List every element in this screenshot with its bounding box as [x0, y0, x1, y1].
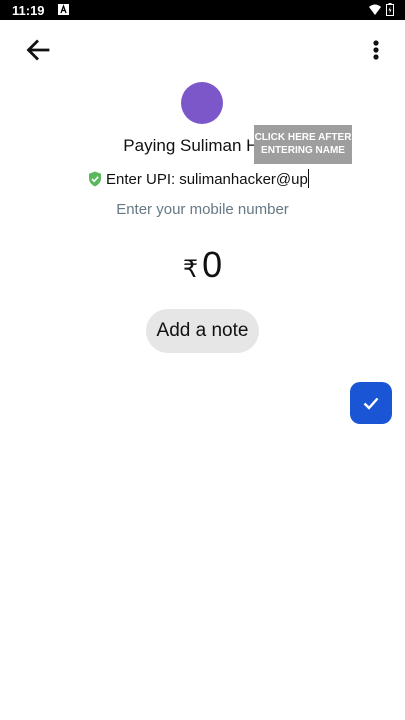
wifi-icon: [369, 4, 381, 15]
amount-field[interactable]: ₹ 0: [0, 244, 405, 286]
arrow-left-icon: [26, 39, 50, 61]
text-cursor: [308, 169, 309, 188]
upi-row: Enter UPI:: [88, 168, 316, 190]
click-here-button[interactable]: CLICK HERE AFTER ENTERING NAME: [254, 125, 352, 164]
upi-label: Enter UPI:: [106, 170, 176, 188]
notification-a-icon: [58, 4, 69, 15]
status-time: 11:19: [12, 3, 45, 18]
more-options-button[interactable]: [366, 36, 386, 64]
confirm-button[interactable]: [350, 382, 392, 424]
amount-value: 0: [202, 244, 223, 285]
upi-input[interactable]: [175, 170, 316, 188]
check-icon: [363, 397, 379, 410]
add-note-button[interactable]: Add a note: [146, 309, 259, 353]
click-here-label-line2: ENTERING NAME: [261, 145, 345, 156]
click-here-label-line1: CLICK HERE AFTER: [254, 132, 352, 143]
payee-avatar: [181, 82, 223, 124]
mobile-number-field[interactable]: Enter your mobile number: [0, 201, 405, 218]
status-bar: 11:19: [0, 0, 405, 20]
rupee-symbol: ₹: [182, 256, 199, 283]
more-vertical-icon: [373, 40, 379, 60]
back-button[interactable]: [24, 36, 52, 64]
shield-check-icon: [89, 171, 101, 187]
battery-icon: [386, 3, 394, 16]
